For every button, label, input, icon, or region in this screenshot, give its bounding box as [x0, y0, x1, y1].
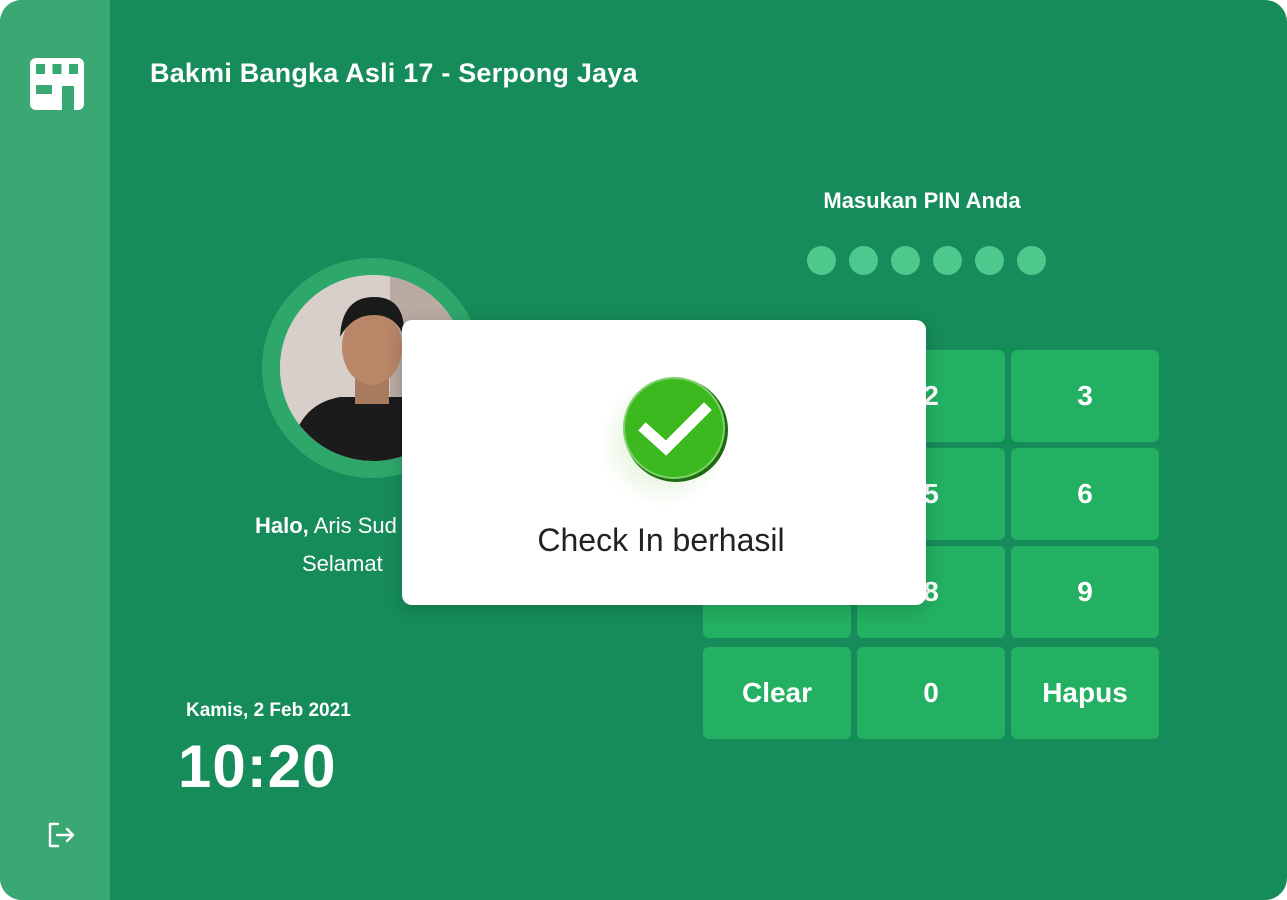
greeting-hello: Halo,	[255, 513, 309, 538]
success-dialog: Check In berhasil	[402, 320, 926, 605]
clear-button[interactable]: Clear	[703, 647, 851, 739]
success-message: Check In berhasil	[537, 522, 785, 558]
key-3[interactable]: 3	[1011, 350, 1159, 442]
pin-dot	[891, 246, 920, 275]
current-time: 10:20	[178, 733, 337, 800]
store-icon[interactable]	[28, 56, 86, 112]
key-9[interactable]: 9	[1011, 546, 1159, 638]
logout-icon[interactable]	[44, 819, 76, 851]
sidebar	[0, 0, 110, 900]
check-circle-icon	[623, 377, 728, 482]
pin-dot	[849, 246, 878, 275]
greeting-name: Halo, Aris Sud	[255, 513, 397, 539]
pin-dot	[1017, 246, 1046, 275]
current-date: Kamis, 2 Feb 2021	[186, 700, 351, 721]
app-window: Bakmi Bangka Asli 17 - Serpong Jaya Halo…	[0, 0, 1287, 900]
key-6[interactable]: 6	[1011, 448, 1159, 540]
store-title: Bakmi Bangka Asli 17 - Serpong Jaya	[150, 58, 638, 88]
welcome-text: Selamat	[302, 551, 383, 576]
pin-label: Masukan PIN Anda	[823, 188, 1021, 213]
user-name: Aris Sud	[308, 513, 397, 538]
pin-dot	[807, 246, 836, 275]
pin-dot	[975, 246, 1004, 275]
pin-dot	[933, 246, 962, 275]
delete-button[interactable]: Hapus	[1011, 647, 1159, 739]
key-0[interactable]: 0	[857, 647, 1005, 739]
